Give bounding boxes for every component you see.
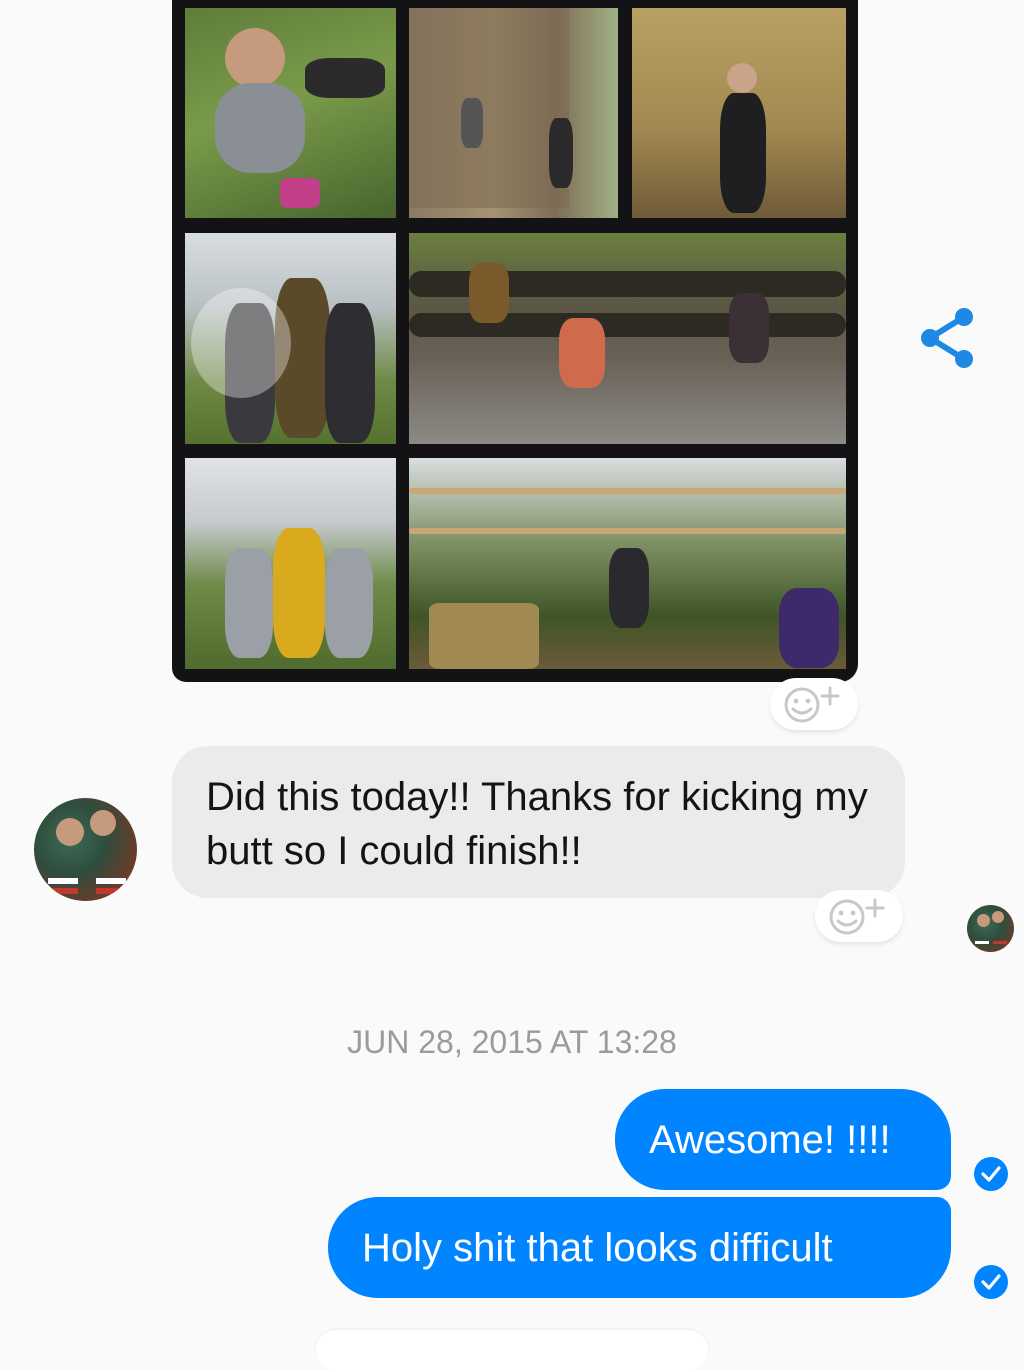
shared-photo-collage[interactable] [172, 0, 858, 682]
sender-avatar[interactable] [34, 798, 137, 901]
seen-by-avatar [967, 905, 1014, 952]
check-circle-icon [974, 1265, 1008, 1299]
collage-photo [409, 8, 618, 218]
outgoing-message-bubble[interactable]: Awesome! !!!! [615, 1089, 951, 1190]
incoming-message-text: Did this today!! Thanks for kicking my b… [206, 775, 868, 873]
message-timestamp: JUN 28, 2015 AT 13:28 [347, 1024, 677, 1060]
collage-photo [632, 8, 846, 218]
add-reaction-button[interactable] [770, 678, 858, 730]
outgoing-message-text: Awesome! !!!! [649, 1118, 891, 1162]
add-reaction-icon [829, 898, 885, 935]
partial-message-bubble [316, 1330, 708, 1370]
add-reaction-button[interactable] [815, 890, 903, 942]
outgoing-message-text: Holy shit that looks difficult [362, 1226, 833, 1270]
collage-photo [409, 233, 846, 444]
share-icon[interactable] [918, 307, 976, 369]
collage-photo [185, 233, 396, 444]
collage-photo [185, 458, 396, 669]
collage-photo [409, 458, 846, 669]
outgoing-message-bubble[interactable]: Holy shit that looks difficult [328, 1197, 951, 1298]
add-reaction-icon [784, 686, 840, 723]
incoming-message-bubble[interactable]: Did this today!! Thanks for kicking my b… [172, 746, 905, 898]
collage-photo [185, 8, 396, 218]
check-circle-icon [974, 1157, 1008, 1191]
